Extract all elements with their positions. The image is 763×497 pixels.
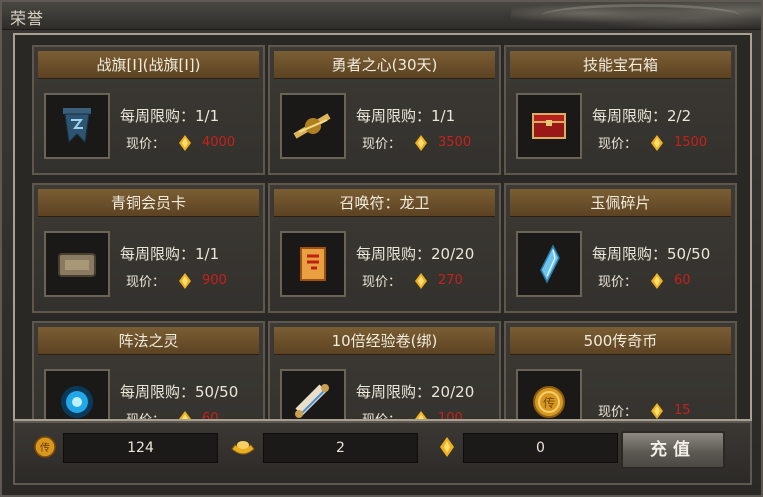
item-name: 500传奇币 [510, 327, 731, 355]
exp-scroll-icon [280, 369, 346, 419]
item-price: 60 [674, 273, 691, 288]
honor-shop-window: 荣誉 战旗[Ⅰ](战旗[Ⅰ]) 每周限购：1/1 现价： 4000 勇者之心(3… [0, 0, 763, 497]
honor-gem-balance: 0 [463, 433, 618, 463]
shop-item-card[interactable]: 青铜会员卡 每周限购：1/1 现价： 900 [32, 183, 265, 313]
legend-coin-icon: 传 [516, 369, 582, 419]
window-title: 荣誉 [10, 9, 45, 28]
honor-gem-icon [440, 437, 454, 457]
weekly-limit: 每周限购：50/50 [120, 383, 239, 401]
item-price: 100 [438, 411, 463, 421]
item-price: 60 [202, 411, 219, 421]
shop-item-card[interactable]: 勇者之心(30天) 每周限购：1/1 现价： 3500 [268, 45, 501, 175]
honor-gem-icon [651, 402, 663, 419]
shop-item-card[interactable]: 战旗[Ⅰ](战旗[Ⅰ]) 每周限购：1/1 现价： 4000 [32, 45, 265, 175]
currency-bar: 传 124 2 0 充值 [13, 421, 752, 485]
title-bar[interactable]: 荣誉 [2, 2, 761, 30]
item-price: 270 [438, 273, 463, 288]
weekly-limit: 每周限购：50/50 [592, 245, 711, 263]
item-price: 900 [202, 273, 227, 288]
item-price: 3500 [438, 135, 472, 150]
shop-item-card[interactable]: 阵法之灵 每周限购：50/50 现价： 60 [32, 321, 265, 421]
weekly-limit: 每周限购：1/1 [120, 107, 220, 125]
shop-item-card[interactable]: 技能宝石箱 每周限购：2/2 现价： 1500 [504, 45, 737, 175]
price-row: 现价： 60 [598, 272, 691, 290]
price-row: 现价： 270 [362, 272, 463, 290]
bronze-card-icon [44, 231, 110, 297]
war-flag-icon [44, 93, 110, 159]
summon-scroll-icon [280, 231, 346, 297]
item-price: 15 [674, 403, 691, 418]
weekly-limit: 每周限购：1/1 [120, 245, 220, 263]
honor-gem-icon [651, 272, 663, 289]
item-price: 1500 [674, 135, 708, 150]
item-grid: 战旗[Ⅰ](战旗[Ⅰ]) 每周限购：1/1 现价： 4000 勇者之心(30天)… [13, 33, 752, 421]
svg-text:传: 传 [543, 395, 555, 410]
formation-spirit-icon [44, 369, 110, 419]
item-name: 勇者之心(30天) [274, 51, 495, 79]
item-name: 阵法之灵 [38, 327, 259, 355]
honor-gem-icon [179, 134, 191, 151]
price-row: 现价： 100 [362, 409, 463, 421]
jade-shard-icon [516, 231, 582, 297]
item-name: 10倍经验卷(绑) [274, 327, 495, 355]
item-name: 技能宝石箱 [510, 51, 731, 79]
honor-gem-icon [651, 134, 663, 151]
price-row: 现价： 4000 [126, 134, 236, 152]
gold-ingot-balance: 2 [263, 433, 418, 463]
item-name: 青铜会员卡 [38, 189, 259, 217]
gem-chest-icon [516, 93, 582, 159]
shop-item-card[interactable]: 召唤符：龙卫 每周限购：20/20 现价： 270 [268, 183, 501, 313]
shop-item-card[interactable]: 10倍经验卷(绑) 每周限购：20/20 现价： 100 [268, 321, 501, 421]
item-name: 玉佩碎片 [510, 189, 731, 217]
price-row: 现价： 900 [126, 272, 227, 290]
price-row: 现价： 15 [598, 402, 691, 420]
gold-ingot-icon [231, 441, 255, 455]
recharge-button[interactable]: 充值 [621, 431, 725, 469]
price-row: 现价： 60 [126, 409, 219, 421]
weekly-limit: 每周限购：20/20 [356, 383, 475, 401]
honor-gem-icon [179, 410, 191, 419]
item-name: 召唤符：龙卫 [274, 189, 495, 217]
shop-item-card[interactable]: 500传奇币 传 现价： 15 [504, 321, 737, 420]
weekly-limit: 每周限购：20/20 [356, 245, 475, 263]
honor-gem-icon [179, 272, 191, 289]
svg-text:传: 传 [40, 442, 50, 454]
item-price: 4000 [202, 135, 236, 150]
weekly-limit: 每周限购：2/2 [592, 107, 692, 125]
honor-gem-icon [415, 134, 427, 151]
price-row: 现价： 3500 [362, 134, 472, 152]
honor-gem-icon [415, 272, 427, 289]
legend-coin-balance: 124 [63, 433, 218, 463]
weekly-limit: 每周限购：1/1 [356, 107, 456, 125]
shop-item-card[interactable]: 玉佩碎片 每周限购：50/50 现价： 60 [504, 183, 737, 313]
legend-coin-icon: 传 [34, 436, 56, 458]
price-row: 现价： 1500 [598, 134, 708, 152]
dragon-decoration [511, 2, 761, 30]
honor-gem-icon [415, 410, 427, 419]
item-name: 战旗[Ⅰ](战旗[Ⅰ]) [38, 51, 259, 79]
brave-heart-icon [280, 93, 346, 159]
